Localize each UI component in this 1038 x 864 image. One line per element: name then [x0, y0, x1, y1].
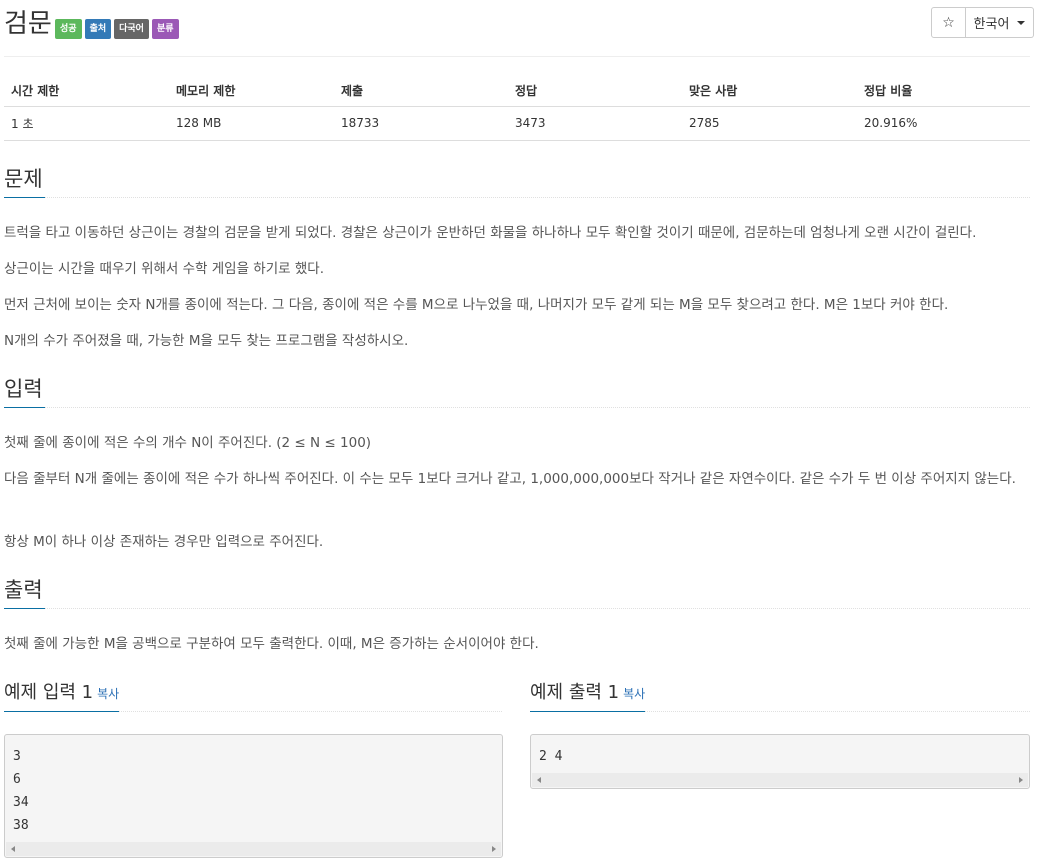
problem-paragraph: 상근이는 시간을 때우기 위해서 수학 게임을 하기로 했다. — [4, 261, 324, 277]
info-header: 정답 — [508, 75, 682, 107]
scroll-left-icon[interactable] — [537, 777, 541, 783]
info-header: 정답 비율 — [857, 75, 1030, 107]
scroll-right-icon[interactable] — [1019, 777, 1023, 783]
badge-category[interactable]: 분류 — [151, 19, 179, 39]
info-header: 메모리 제한 — [169, 75, 334, 107]
sample-output-label: 예제 출력 1 — [530, 682, 620, 703]
output-section-header: 출력 — [4, 574, 1030, 609]
info-value-row: 1 초 128 MB 18733 3473 2785 20.916% — [4, 106, 1030, 141]
problem-paragraph: 트럭을 타고 이동하던 상근이는 경찰의 검문을 받게 되었다. 경찰은 상근이… — [4, 225, 977, 241]
sample-input-box[interactable]: 3 6 34 38 — [4, 734, 503, 858]
input-section-header: 입력 — [4, 373, 1030, 408]
info-value: 1 초 — [4, 106, 169, 141]
sample-output-header: 예제 출력 1 복사 — [530, 677, 1030, 712]
problem-info-table: 시간 제한 메모리 제한 제출 정답 맞은 사람 정답 비율 1 초 128 M… — [4, 75, 1030, 141]
sample-input-header: 예제 입력 1 복사 — [4, 677, 502, 712]
problem-header: 검문 성공 출처 다국어 분류 ☆ 한국어 — [4, 0, 1034, 57]
copy-input-button[interactable]: 복사 — [97, 687, 119, 701]
info-header: 맞은 사람 — [682, 75, 857, 107]
badge-group: 성공 출처 다국어 분류 — [55, 19, 179, 39]
sample-input-title: 예제 입력 1 복사 — [4, 677, 120, 712]
problem-section-title: 문제 — [4, 163, 45, 198]
output-section-title: 출력 — [4, 574, 45, 609]
language-dropdown[interactable]: 한국어 — [966, 7, 1034, 38]
info-value: 2785 — [682, 106, 857, 141]
star-icon: ☆ — [942, 14, 955, 31]
input-paragraph: 첫째 줄에 종이에 적은 수의 개수 N이 주어진다. (2 ≤ N ≤ 100… — [4, 435, 372, 451]
info-value: 18733 — [334, 106, 508, 141]
language-label: 한국어 — [973, 17, 1010, 32]
sample-output-box[interactable]: 2 4 — [530, 734, 1030, 789]
problem-title: 검문 — [4, 9, 52, 39]
info-value: 3473 — [508, 106, 682, 141]
input-section-title: 입력 — [4, 373, 45, 408]
horizontal-scrollbar[interactable] — [6, 842, 501, 856]
badge-success[interactable]: 성공 — [55, 19, 82, 39]
caret-down-icon — [1017, 20, 1026, 25]
header-controls: ☆ 한국어 — [931, 7, 1034, 38]
problem-page: 검문 성공 출처 다국어 분류 ☆ 한국어 시간 제한 메모리 제한 제출 정답… — [4, 0, 1034, 858]
star-button[interactable]: ☆ — [931, 7, 966, 38]
sample-output-text: 2 4 — [539, 749, 563, 764]
sample-input-text: 3 6 34 38 — [13, 749, 29, 833]
sample-input-label: 예제 입력 1 — [4, 682, 94, 703]
sample-output-title: 예제 출력 1 복사 — [530, 677, 646, 712]
badge-multilang[interactable]: 다국어 — [114, 19, 149, 39]
problem-section-header: 문제 — [4, 163, 1030, 198]
input-paragraph: 항상 M이 하나 이상 존재하는 경우만 입력으로 주어진다. — [4, 534, 324, 550]
input-paragraph: 다음 줄부터 N개 줄에는 종이에 적은 수가 하나씩 주어진다. 이 수는 모… — [4, 471, 1016, 487]
output-paragraph: 첫째 줄에 가능한 M을 공백으로 구분하여 모두 출력한다. 이때, M은 증… — [4, 636, 539, 652]
scroll-right-icon[interactable] — [492, 846, 496, 852]
info-header: 시간 제한 — [4, 75, 169, 107]
horizontal-scrollbar[interactable] — [532, 773, 1028, 787]
problem-paragraph: 먼저 근처에 보이는 숫자 N개를 종이에 적는다. 그 다음, 종이에 적은 … — [4, 297, 949, 313]
info-header-row: 시간 제한 메모리 제한 제출 정답 맞은 사람 정답 비율 — [4, 75, 1030, 107]
copy-output-button[interactable]: 복사 — [623, 687, 645, 701]
info-value: 20.916% — [857, 106, 1030, 141]
info-value: 128 MB — [169, 106, 334, 141]
info-header: 제출 — [334, 75, 508, 107]
badge-source[interactable]: 출처 — [84, 19, 112, 39]
scroll-left-icon[interactable] — [11, 846, 15, 852]
problem-paragraph: N개의 수가 주어졌을 때, 가능한 M을 모두 찾는 프로그램을 작성하시오. — [4, 333, 409, 349]
